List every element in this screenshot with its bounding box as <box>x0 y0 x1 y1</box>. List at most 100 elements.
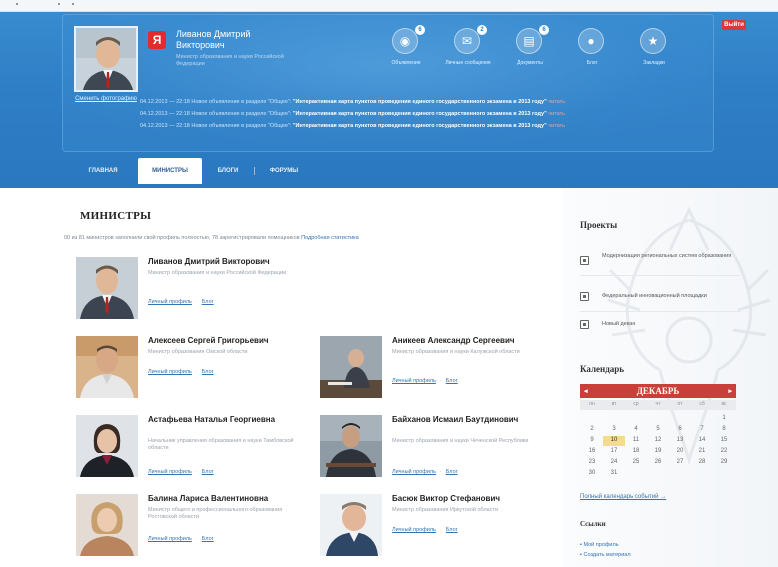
create-material-link[interactable]: Создать материал <box>580 550 630 560</box>
minister-card: Алексеев Сергей Григорьевич Министр обра… <box>76 336 306 400</box>
next-month-icon[interactable]: ▸ <box>728 384 732 398</box>
calendar-day[interactable]: 15 <box>713 436 735 446</box>
news-headline[interactable]: "Интерактивная карта пунктов проведения … <box>293 111 547 117</box>
calendar-day[interactable]: 29 <box>713 458 735 468</box>
minister-name[interactable]: Басюк Виктор Стефанович <box>392 494 557 504</box>
calendar-day[interactable]: 3 <box>603 425 625 435</box>
nav-star-button[interactable]: ★ Закладки <box>628 28 680 76</box>
calendar-day[interactable]: 27 <box>669 458 691 468</box>
minister-name[interactable]: Байханов Исмаил Баутдинович <box>392 415 557 425</box>
calendar-day[interactable]: 30 <box>581 469 603 479</box>
news-item: 04.12.2013 — 22:18 Новое объявление в ра… <box>140 108 700 120</box>
blog-link[interactable]: Блог <box>202 299 214 305</box>
calendar-weekdays: пн вт ср чт пт сб вс <box>580 400 736 410</box>
calendar-day[interactable]: 17 <box>603 447 625 457</box>
profile-link[interactable]: Личный профиль <box>148 469 192 475</box>
project-item[interactable]: Федеральный инновационный площадки <box>580 284 740 312</box>
minister-name[interactable]: Аникеев Александр Сергеевич <box>392 336 557 346</box>
minister-name[interactable]: Балина Лариса Валентиновна <box>148 494 313 504</box>
minister-photo[interactable] <box>76 257 138 319</box>
minister-name[interactable]: Ливанов Дмитрий Викторович <box>148 257 313 267</box>
blog-link[interactable]: Блог <box>202 536 214 542</box>
calendar-day[interactable]: 8 <box>713 425 735 435</box>
project-icon <box>580 320 589 329</box>
calendar-day[interactable]: 2 <box>581 425 603 435</box>
blog-link[interactable]: Блог <box>202 469 214 475</box>
prev-month-icon[interactable]: ◂ <box>584 384 588 398</box>
lightbulb-icon: ◉ <box>399 34 411 48</box>
my-profile-link[interactable]: Мой профиль <box>580 540 631 550</box>
project-label[interactable]: Новый декан <box>602 320 732 328</box>
news-read-more-link[interactable]: читать <box>548 111 565 117</box>
calendar-day[interactable]: 7 <box>691 425 713 435</box>
tab-home[interactable]: ГЛАВНАЯ <box>76 158 130 184</box>
calendar-day[interactable]: 9 <box>581 436 603 446</box>
full-calendar-link[interactable]: Полный календарь событий → <box>580 494 666 500</box>
nav-document-button[interactable]: ▤ 6 Документы <box>504 25 556 76</box>
calendar-day[interactable]: 16 <box>581 447 603 457</box>
minister-name[interactable]: Астафьева Наталья Георгиевна <box>148 415 313 425</box>
calendar-day[interactable]: 4 <box>625 425 647 435</box>
minister-photo[interactable] <box>76 415 138 477</box>
minister-photo[interactable] <box>320 415 382 477</box>
change-photo-link[interactable]: Сменить фотографию <box>74 96 138 102</box>
calendar-day[interactable]: 11 <box>625 436 647 446</box>
profile-link[interactable]: Личный профиль <box>148 299 192 305</box>
nav-lightbulb-button[interactable]: ◉ 6 Объявления <box>380 25 432 76</box>
tab-ministers[interactable]: МИНИСТРЫ <box>138 158 202 184</box>
tab-forums[interactable]: ФОРУМЫ <box>260 158 308 184</box>
minister-photo[interactable] <box>76 494 138 556</box>
nav-speech-bubble-button[interactable]: ● Блог <box>566 28 618 76</box>
calendar-day[interactable]: 20 <box>669 447 691 457</box>
profile-link[interactable]: Личный профиль <box>392 527 436 533</box>
calendar-title: Календарь <box>580 364 625 374</box>
blog-link[interactable]: Блог <box>202 369 214 375</box>
minister-photo[interactable] <box>320 494 382 556</box>
minister-photo[interactable] <box>320 336 382 398</box>
news-headline[interactable]: "Интерактивная карта пунктов проведения … <box>293 99 547 105</box>
project-item[interactable]: Новый декан <box>580 312 740 340</box>
minister-card: Ливанов Дмитрий Викторович Министр образ… <box>76 257 306 321</box>
profile-link[interactable]: Личный профиль <box>148 536 192 542</box>
blog-link[interactable]: Блог <box>446 378 458 384</box>
calendar-day[interactable]: 24 <box>603 458 625 468</box>
calendar-day[interactable]: 23 <box>581 458 603 468</box>
calendar-day[interactable]: 6 <box>669 425 691 435</box>
calendar-day[interactable]: 31 <box>603 469 625 479</box>
tab-blogs[interactable]: БЛОГИ <box>208 158 248 184</box>
calendar-day[interactable]: 22 <box>713 447 735 457</box>
weekday-label: чт <box>655 401 661 407</box>
profile-link[interactable]: Личный профиль <box>392 469 436 475</box>
calendar-day[interactable]: 26 <box>647 458 669 468</box>
user-name[interactable]: Ливанов Дмитрий Викторович <box>176 29 296 51</box>
project-label[interactable]: Федеральный инновационный площадки <box>602 292 732 300</box>
calendar-day[interactable]: 28 <box>691 458 713 468</box>
calendar-day[interactable]: 5 <box>647 425 669 435</box>
news-headline[interactable]: "Интерактивная карта пунктов проведения … <box>293 123 547 129</box>
minister-photo[interactable] <box>76 336 138 398</box>
minister-name[interactable]: Алексеев Сергей Григорьевич <box>148 336 313 346</box>
count-badge: 6 <box>415 25 425 35</box>
user-avatar[interactable] <box>74 26 138 92</box>
news-read-more-link[interactable]: читать <box>548 99 565 105</box>
calendar-day[interactable]: 18 <box>625 447 647 457</box>
news-read-more-link[interactable]: читать <box>548 123 565 129</box>
profile-link[interactable]: Личный профиль <box>392 378 436 384</box>
calendar-day[interactable]: 10 <box>603 436 625 446</box>
calendar-day[interactable]: 14 <box>691 436 713 446</box>
calendar-day[interactable]: 21 <box>691 447 713 457</box>
calendar-day[interactable]: 19 <box>647 447 669 457</box>
calendar-day[interactable]: 25 <box>625 458 647 468</box>
nav-mail-button[interactable]: ✉ 2 Личные сообщения <box>442 25 494 76</box>
blog-link[interactable]: Блог <box>446 527 458 533</box>
calendar-day[interactable]: 12 <box>647 436 669 446</box>
calendar-day[interactable]: 1 <box>713 414 735 424</box>
page-title: МИНИСТРЫ <box>80 210 152 222</box>
blog-link[interactable]: Блог <box>446 469 458 475</box>
project-item[interactable]: Модернизация региональных систем образов… <box>580 248 740 276</box>
stats-link[interactable]: Подробная статистика <box>301 235 359 241</box>
profile-link[interactable]: Личный профиль <box>148 369 192 375</box>
project-label[interactable]: Модернизация региональных систем образов… <box>602 252 732 260</box>
exit-button[interactable]: Выйти <box>722 20 746 30</box>
calendar-day[interactable]: 13 <box>669 436 691 446</box>
